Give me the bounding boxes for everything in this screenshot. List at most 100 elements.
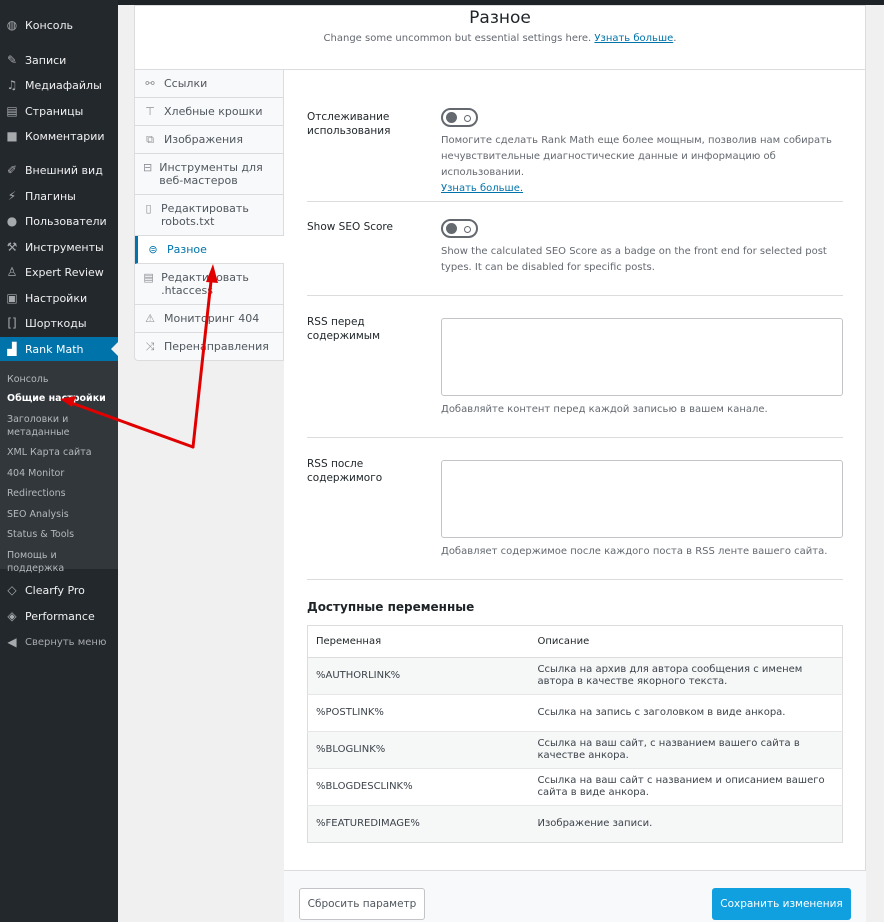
column-header: Описание (529, 625, 843, 658)
menu-users[interactable]: ● Пользователи (0, 209, 118, 233)
submenu-status-tools[interactable]: Status & Tools (7, 528, 115, 541)
tab-label: Редактировать robots.txt (161, 202, 249, 228)
tab-404-monitor[interactable]: ⚠ Мониторинг 404 (135, 305, 283, 333)
menu-label: Медиафайлы (25, 78, 102, 92)
variables-title: Доступные переменные (307, 600, 475, 614)
setting-rss-before: RSS перед содержимым Добавляйте контент … (307, 296, 843, 438)
subtitle-text: Change some uncommon but essential setti… (323, 33, 592, 44)
table-row: %AUTHORLINK% Ссылка на архив для автора с… (307, 657, 843, 695)
rss-before-textarea[interactable] (441, 318, 843, 396)
variable-name: %POSTLINK% (307, 694, 530, 732)
settings-footer: Сбросить параметр Сохранить изменения (284, 870, 866, 922)
setting-show-seo-score: Show SEO Score Show the calculated SEO S… (307, 202, 843, 296)
tab-label: Перенаправления (164, 340, 269, 353)
rank-math-submenu: Консоль Общие настройки Заголовки и мета… (0, 361, 118, 574)
file-icon: ▯ (145, 202, 152, 215)
menu-comments[interactable]: ■ Комментарии (0, 124, 118, 148)
performance-icon: ◈ (7, 609, 17, 623)
submenu-redirections[interactable]: Redirections (7, 487, 115, 500)
admin-sidebar: ◍ Консоль ✎ Записи ♫ Медиафайлы ▤ Страницы ■… (0, 0, 118, 922)
menu-shortcodes[interactable]: [] Шорткоды (0, 311, 118, 335)
variable-desc: Ссылка на ваш сайт с названием и описани… (529, 768, 843, 806)
variable-desc: Ссылка на запись с заголовком в виде анк… (529, 694, 843, 732)
setting-description: Добавляйте контент перед каждой записью … (441, 404, 768, 415)
usage-learn-more-link[interactable]: Узнать больше. (441, 183, 523, 194)
settings-panel: Отслеживание использования Помогите сдел… (284, 70, 866, 922)
variable-name: %AUTHORLINK% (307, 657, 530, 695)
submenu-seo-analysis[interactable]: SEO Analysis (7, 508, 115, 521)
setting-label: Отслеживание использования (307, 111, 391, 137)
expert-icon: ♙ (6, 265, 18, 279)
save-button[interactable]: Сохранить изменения (712, 888, 851, 920)
page-subtitle: Change some uncommon but essential setti… (323, 33, 677, 44)
settings-tabs: ⚯ Ссылки ⊤ Хлебные крошки ⧉ Изображения ⊟ Ин… (134, 70, 284, 361)
signpost-icon: ⊤ (145, 105, 155, 118)
learn-more-link[interactable]: Узнать больше (594, 33, 673, 44)
tab-label: Ссылки (164, 77, 208, 90)
pages-icon: ▤ (6, 104, 18, 118)
reset-button[interactable]: Сбросить параметр (299, 888, 425, 920)
setting-rss-after: RSS после содержимого Добавляет содержим… (307, 438, 843, 580)
submenu-titles-meta[interactable]: Заголовки и метаданные (7, 413, 115, 439)
wrench-icon: ⚒ (6, 240, 18, 254)
variable-desc: Ссылка на архив для автора сообщения с и… (529, 657, 843, 695)
dashboard-icon: ◍ (6, 18, 18, 32)
menu-label: Шорткоды (25, 316, 87, 330)
usage-tracking-toggle[interactable] (441, 108, 478, 127)
tab-redirections[interactable]: ⤨ Перенаправления (135, 333, 283, 360)
setting-label: Show SEO Score (307, 221, 393, 233)
menu-collapse[interactable]: ◀ Свернуть меню (0, 630, 118, 654)
tab-misc[interactable]: ⊜ Разное (135, 236, 284, 264)
table-row: %BLOGDESCLINK% Ссылка на ваш сайт с назва… (307, 768, 843, 806)
link-icon: ⚯ (145, 77, 155, 90)
table-row: %BLOGLINK% Ссылка на ваш сайт, с название… (307, 731, 843, 769)
submenu-general-settings[interactable]: Общие настройки (7, 392, 115, 405)
menu-dashboard[interactable]: ◍ Консоль (0, 13, 118, 37)
tab-images[interactable]: ⧉ Изображения (135, 126, 283, 154)
menu-appearance[interactable]: ✐ Внешний вид (0, 158, 118, 182)
submenu-help[interactable]: Помощь и поддержка (7, 549, 115, 575)
menu-media[interactable]: ♫ Медиафайлы (0, 73, 118, 97)
submenu-sitemap[interactable]: XML Карта сайта (7, 446, 115, 459)
submenu-dashboard[interactable]: Консоль (7, 373, 115, 386)
tab-robots[interactable]: ▯ Редактировать robots.txt (135, 195, 283, 236)
menu-plugins[interactable]: ⚡ Плагины (0, 184, 118, 208)
menu-tools[interactable]: ⚒ Инструменты (0, 235, 118, 259)
plugin-icon: ⚡ (7, 189, 17, 203)
variable-name: %FEATUREDIMAGE% (307, 805, 530, 843)
menu-expert-review[interactable]: ♙ Expert Review (0, 260, 118, 284)
menu-label: Настройки (25, 291, 88, 305)
page-header: Разное Change some uncommon but essentia… (134, 5, 866, 70)
seo-score-toggle[interactable] (441, 219, 478, 238)
settings-icon: ▣ (6, 291, 18, 305)
rss-after-textarea[interactable] (441, 460, 843, 538)
warning-icon: ⚠ (145, 312, 155, 325)
tab-label: Мониторинг 404 (164, 312, 260, 325)
images-icon: ⧉ (146, 133, 154, 146)
menu-label: Внешний вид (25, 163, 103, 177)
menu-posts[interactable]: ✎ Записи (0, 48, 118, 72)
media-icon: ♫ (6, 78, 18, 92)
tab-htaccess[interactable]: ▤ Редактировать .htaccess (135, 264, 283, 305)
menu-settings[interactable]: ▣ Настройки (0, 286, 118, 310)
brush-icon: ✐ (6, 163, 18, 177)
menu-label: Инструменты (25, 240, 104, 254)
menu-rank-math[interactable]: ▟ Rank Math (0, 337, 118, 361)
variable-desc: Изображение записи. (529, 805, 843, 843)
variable-name: %BLOGLINK% (307, 731, 530, 769)
misc-icon: ⊜ (148, 243, 158, 256)
menu-clearfy[interactable]: ◇ Clearfy Pro (0, 578, 118, 602)
submenu-404-monitor[interactable]: 404 Monitor (7, 467, 115, 480)
tab-webmaster-tools[interactable]: ⊟ Инструменты для веб-мастеров (135, 154, 283, 195)
setting-usage-tracking: Отслеживание использования Помогите сдел… (307, 108, 843, 202)
brackets-icon: [] (7, 316, 17, 330)
tab-label: Редактировать .htaccess (161, 271, 249, 297)
menu-performance[interactable]: ◈ Performance (0, 604, 118, 628)
tab-breadcrumbs[interactable]: ⊤ Хлебные крошки (135, 98, 283, 126)
menu-pages[interactable]: ▤ Страницы (0, 99, 118, 123)
tab-links[interactable]: ⚯ Ссылки (135, 70, 283, 98)
menu-label: Clearfy Pro (25, 583, 85, 597)
tab-label: Разное (167, 243, 207, 256)
diamond-icon: ◇ (7, 583, 17, 597)
collapse-icon: ◀ (7, 635, 17, 649)
